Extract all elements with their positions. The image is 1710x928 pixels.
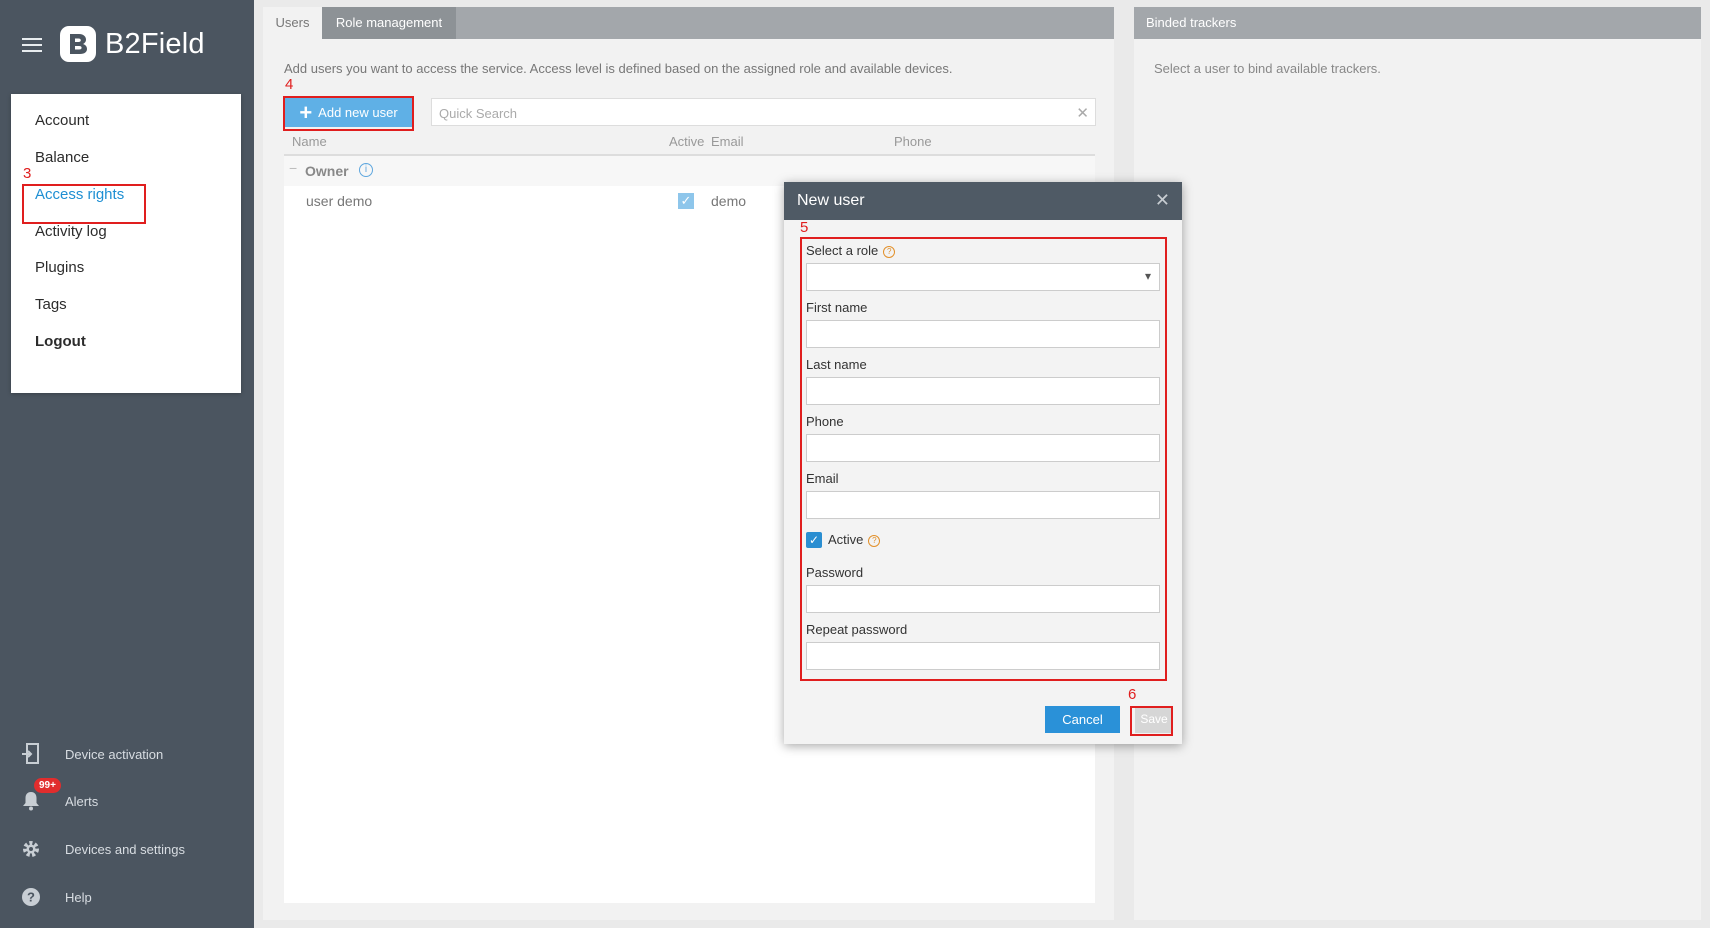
annotation-4: 4: [285, 76, 294, 93]
account-menu: Account Balance Access rights Activity l…: [11, 94, 241, 393]
collapse-icon[interactable]: −: [289, 160, 297, 176]
cancel-button[interactable]: Cancel: [1045, 706, 1120, 733]
annotation-3: 3: [23, 165, 32, 182]
menu-item-logout[interactable]: Logout: [35, 333, 86, 350]
user-email: demo: [711, 193, 747, 209]
app-logo: B2Field: [60, 26, 205, 62]
annotation-5: 5: [800, 219, 809, 236]
devices-settings-link[interactable]: Devices and settings: [18, 838, 185, 860]
menu-item-account[interactable]: Account: [35, 112, 89, 129]
menu-item-plugins[interactable]: Plugins: [35, 259, 84, 276]
close-icon[interactable]: ✕: [1155, 190, 1170, 211]
tab-users[interactable]: Users: [263, 7, 322, 39]
dialog-title: New user: [797, 192, 865, 209]
sidebar: B2Field Account Balance Access rights Ac…: [0, 0, 254, 928]
app-name: B2Field: [105, 27, 205, 60]
highlight-add-new-user: [283, 96, 414, 131]
svg-text:?: ?: [27, 890, 35, 905]
quick-search-input[interactable]: [437, 99, 1041, 127]
devices-settings-label: Devices and settings: [65, 841, 185, 857]
binded-trackers-hint: Select a user to bind available trackers…: [1154, 61, 1381, 76]
active-checkbox[interactable]: ✓: [678, 193, 694, 209]
column-email[interactable]: Email: [711, 134, 744, 149]
help-label: Help: [65, 889, 92, 905]
group-name: Owner: [305, 163, 349, 179]
menu-item-activity-log[interactable]: Activity log: [35, 223, 107, 240]
table-header: Name Active Email Phone: [284, 129, 1095, 156]
menu-item-balance[interactable]: Balance: [35, 149, 89, 166]
users-description: Add users you want to access the service…: [284, 61, 953, 76]
help-link[interactable]: ? Help: [18, 886, 92, 908]
binded-trackers-panel: Binded trackers Select a user to bind av…: [1134, 7, 1701, 920]
tab-role-management[interactable]: Role management: [322, 7, 456, 39]
highlight-form-fields: [800, 237, 1167, 681]
alerts-link[interactable]: 99+ Alerts: [18, 778, 99, 812]
column-name[interactable]: Name: [292, 134, 327, 149]
device-activation-icon: [18, 743, 44, 765]
alerts-badge: 99+: [34, 778, 61, 793]
highlight-access-rights: [22, 184, 146, 224]
annotation-6: 6: [1128, 686, 1137, 703]
clear-search-icon[interactable]: ✕: [1076, 104, 1089, 122]
bell-icon: 99+: [18, 778, 61, 812]
device-activation-link[interactable]: Device activation: [18, 743, 163, 765]
hamburger-menu-icon[interactable]: [22, 38, 42, 52]
info-icon[interactable]: i: [359, 163, 373, 177]
b2field-logo-icon: [60, 26, 96, 62]
column-phone[interactable]: Phone: [894, 134, 932, 149]
device-activation-label: Device activation: [65, 746, 164, 762]
highlight-save: [1130, 706, 1173, 736]
dialog-header: New user ✕: [784, 182, 1182, 220]
binded-trackers-header: Binded trackers: [1134, 7, 1701, 39]
user-name: user demo: [306, 193, 373, 209]
binded-trackers-title: Binded trackers: [1146, 15, 1237, 30]
alerts-label: Alerts: [65, 793, 99, 809]
column-active[interactable]: Active: [669, 134, 704, 149]
tab-bar: Users Role management: [263, 7, 1114, 39]
menu-item-tags[interactable]: Tags: [35, 296, 67, 313]
gear-icon: [18, 838, 44, 860]
help-icon: ?: [18, 886, 44, 908]
quick-search: ✕: [431, 98, 1096, 127]
